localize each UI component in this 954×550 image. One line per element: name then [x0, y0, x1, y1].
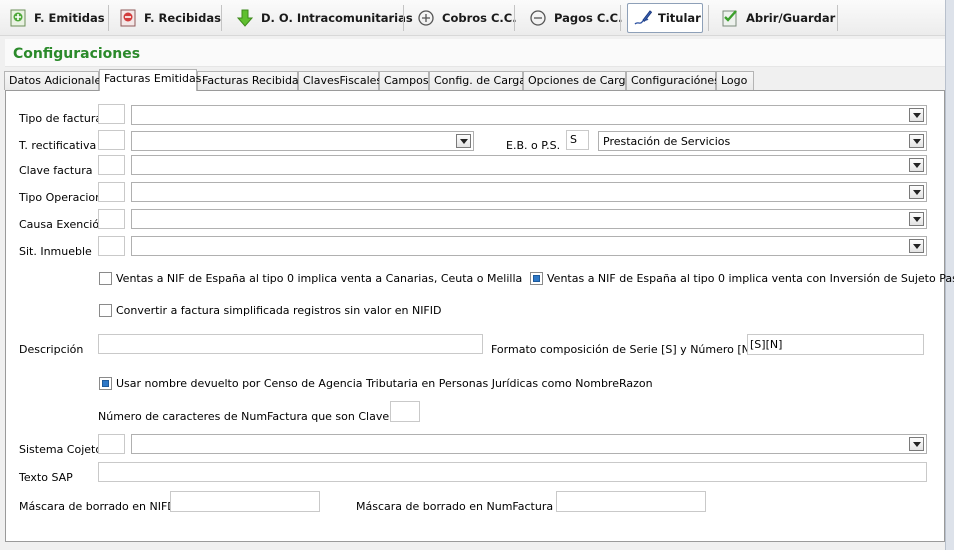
mascara-nifd-input[interactable]	[170, 491, 320, 512]
chevron-down-icon[interactable]	[909, 158, 924, 172]
tab-configuraciones[interactable]: Configuraciónes	[626, 71, 720, 90]
checklist-icon	[720, 8, 740, 28]
facturas-emitidas-panel: Tipo de factura T. rectificativa E.B. o …	[5, 90, 954, 542]
tab-logo[interactable]: Logo	[716, 71, 754, 90]
clave-factura-select[interactable]	[131, 155, 927, 175]
clave-factura-label: Clave factura	[19, 164, 93, 177]
toolbar-button-pagos[interactable]: Pagos C.C.	[524, 3, 626, 33]
causa-exencion-select[interactable]	[131, 209, 927, 229]
section-header: Configuraciones	[5, 39, 945, 67]
tipo-operacion-code[interactable]	[98, 182, 125, 202]
tipo-factura-code[interactable]	[98, 104, 125, 124]
chevron-down-icon[interactable]	[909, 239, 924, 253]
download-arrow-icon	[235, 8, 255, 28]
chk-canarias[interactable]: Ventas a NIF de España al tipo 0 implica…	[99, 272, 522, 285]
toolbar-button-intracomunitarias[interactable]: D. O. Intracomunitarias	[231, 3, 417, 33]
toolbar-label: F. Emitidas	[34, 11, 105, 25]
num-caracteres-label: Número de caracteres de NumFactura que s…	[98, 410, 420, 423]
chk-nombre-razon[interactable]: Usar nombre devuelto por Censo de Agenci…	[99, 377, 653, 390]
descripcion-input[interactable]	[98, 334, 483, 354]
sistema-cojeto-label: Sistema Cojeto	[19, 443, 103, 456]
toolbar-button-titular[interactable]: Titular	[627, 3, 703, 33]
t-rectificativa-label: T. rectificativa	[19, 139, 97, 152]
plus-circle-icon	[416, 8, 436, 28]
texto-sap-label: Texto SAP	[19, 471, 73, 484]
chevron-down-icon[interactable]	[909, 134, 924, 148]
chk-nombre-label: Usar nombre devuelto por Censo de Agenci…	[116, 377, 653, 390]
tab-claves-fiscales[interactable]: ClavesFiscales	[298, 71, 382, 90]
tab-opciones-carga[interactable]: Opciones de Carga	[523, 71, 632, 90]
chevron-down-icon[interactable]	[909, 437, 924, 451]
chevron-down-icon[interactable]	[909, 108, 924, 122]
formato-serie-label: Formato composición de Serie [S] y Númer…	[491, 343, 755, 356]
t-rectificativa-select[interactable]	[131, 131, 474, 151]
checkbox[interactable]	[99, 272, 112, 285]
toolbar-label: Cobros C.C.	[442, 11, 517, 25]
tab-config-carga[interactable]: Config. de Carga	[429, 71, 526, 90]
checkbox[interactable]	[99, 377, 112, 390]
tipo-factura-label: Tipo de factura	[19, 112, 103, 125]
clave-factura-code[interactable]	[98, 155, 125, 175]
causa-exencion-label: Causa Exención	[19, 218, 107, 231]
mascara-numfactura-input[interactable]	[556, 491, 706, 512]
chk-simplificada-label: Convertir a factura simplificada registr…	[116, 304, 442, 317]
checkbox[interactable]	[530, 272, 543, 285]
minus-circle-icon	[528, 8, 548, 28]
num-caracteres-input[interactable]	[390, 401, 420, 422]
sistema-cojeto-select[interactable]	[131, 434, 927, 454]
sit-inmueble-code[interactable]	[98, 236, 125, 256]
tab-campos[interactable]: Campos	[379, 71, 429, 90]
eb-ps-value: Prestación de Servicios	[603, 135, 731, 148]
chk-canarias-label: Ventas a NIF de España al tipo 0 implica…	[116, 272, 523, 285]
sistema-cojeto-code[interactable]	[98, 434, 125, 454]
tipo-factura-select[interactable]	[131, 105, 927, 125]
chk-isp-label: Ventas a NIF de España al tipo 0 implica…	[547, 272, 954, 285]
invoice-issued-icon	[8, 8, 28, 28]
tab-facturas-emitidas[interactable]: Facturas Emitidas	[99, 69, 201, 91]
tab-facturas-recibidas[interactable]: Facturas Recibidas	[197, 71, 304, 90]
toolbar-label: F. Recibidas	[144, 11, 221, 25]
causa-exencion-code[interactable]	[98, 209, 125, 229]
toolbar-button-f-emitidas[interactable]: F. Emitidas	[4, 3, 109, 33]
toolbar-button-abrir-guardar[interactable]: Abrir/Guardar	[716, 3, 839, 33]
chk-isp[interactable]: Ventas a NIF de España al tipo 0 implica…	[530, 272, 954, 285]
chk-simplificada[interactable]: Convertir a factura simplificada registr…	[99, 304, 441, 317]
toolbar-button-cobros[interactable]: Cobros C.C.	[412, 3, 521, 33]
mascara-numfactura-label: Máscara de borrado en NumFactura	[356, 500, 554, 513]
tipo-operacion-label: Tipo Operacion	[19, 191, 103, 204]
sit-inmueble-label: Sit. Inmueble	[19, 245, 92, 258]
checkbox[interactable]	[99, 304, 112, 317]
sit-inmueble-select[interactable]	[131, 236, 927, 256]
chevron-down-icon[interactable]	[909, 185, 924, 199]
tipo-operacion-select[interactable]	[131, 182, 927, 202]
toolbar-label: Titular	[658, 11, 701, 25]
signature-pen-icon	[632, 8, 653, 28]
toolbar-button-f-recibidas[interactable]: F. Recibidas	[114, 3, 225, 33]
chevron-down-icon[interactable]	[456, 134, 471, 148]
formato-serie-input[interactable]: [S][N]	[747, 334, 924, 355]
toolbar-label: D. O. Intracomunitarias	[261, 11, 413, 25]
page-title: Configuraciones	[13, 46, 141, 62]
t-rectificativa-code[interactable]	[98, 130, 125, 150]
eb-ps-code[interactable]: S	[566, 130, 589, 150]
tab-datos-adicionales[interactable]: Datos Adicionales	[4, 71, 107, 90]
toolbar-label: Abrir/Guardar	[746, 11, 836, 25]
mascara-nifd-label: Máscara de borrado en NIFD	[19, 500, 176, 513]
toolbar-label: Pagos C.C.	[554, 11, 623, 25]
eb-ps-label: E.B. o P.S.	[506, 139, 561, 152]
texto-sap-input[interactable]	[98, 462, 927, 482]
chevron-down-icon[interactable]	[909, 212, 924, 226]
eb-ps-select[interactable]: Prestación de Servicios	[598, 131, 927, 151]
invoice-received-icon	[118, 8, 138, 28]
main-toolbar: F. Emitidas F. Recibidas D. O. Intracomu…	[0, 0, 954, 36]
descripcion-label: Descripción	[19, 343, 84, 356]
